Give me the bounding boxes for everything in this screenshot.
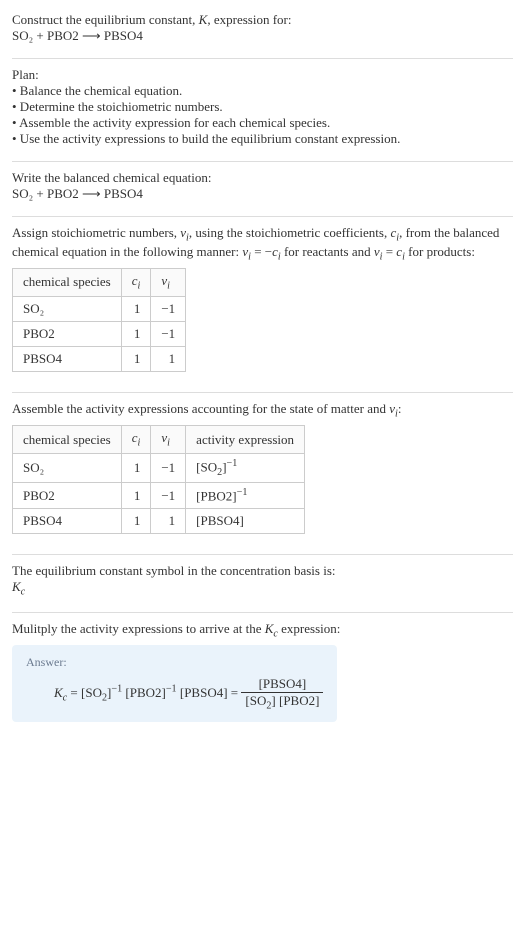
cell-ci: 1 [121,482,151,508]
answer-label: Answer: [26,655,323,670]
cell-species: PBSO4 [13,509,122,534]
divider [12,161,513,162]
cell-ci: 1 [121,296,151,321]
col-vi: νi [151,269,186,297]
cell-species: PBO2 [13,321,122,346]
cell-species: SO₂ [13,453,122,482]
table-header-row: chemical species ci νi activity expressi… [13,426,305,454]
symbol-section: The equilibrium constant symbol in the c… [12,559,513,608]
plan-heading: Plan: [12,67,513,83]
divider [12,58,513,59]
cell-expr: [SO2]−1 [186,453,305,482]
cell-expr: [PBO2]−1 [186,482,305,508]
intro-line: Construct the equilibrium constant, K, e… [12,12,513,28]
intro-equation: SO₂ + PBO2 ⟶ PBSO4 [12,28,513,44]
cell-vi: −1 [151,482,186,508]
table-row: PBSO4 1 1 [13,346,186,371]
table-row: SO₂ 1 −1 [SO2]−1 [13,453,305,482]
symbol-line1: The equilibrium constant symbol in the c… [12,563,513,579]
plan-item: • Use the activity expressions to build … [12,131,513,147]
col-vi: νi [151,426,186,454]
activity-section: Assemble the activity expressions accoun… [12,397,513,550]
cell-vi: 1 [151,346,186,371]
frac-numerator: [PBSO4] [241,676,323,693]
symbol-line2: Kc [12,579,513,598]
balanced-heading: Write the balanced chemical equation: [12,170,513,186]
activity-text: Assemble the activity expressions accoun… [12,401,513,420]
balanced-equation: SO₂ + PBO2 ⟶ PBSO4 [12,186,513,202]
cell-ci: 1 [121,509,151,534]
stoich-section: Assign stoichiometric numbers, νi, using… [12,221,513,388]
cell-ci: 1 [121,346,151,371]
cell-species: SO₂ [13,296,122,321]
col-ci: ci [121,269,151,297]
cell-species: PBSO4 [13,346,122,371]
divider [12,216,513,217]
col-ci: ci [121,426,151,454]
cell-species: PBO2 [13,482,122,508]
frac-denominator: [SO2] [PBO2] [241,693,323,712]
intro-section: Construct the equilibrium constant, K, e… [12,8,513,54]
plan-item: • Assemble the activity expression for e… [12,115,513,131]
plan-item: • Determine the stoichiometric numbers. [12,99,513,115]
answer-fraction: [PBSO4] [SO2] [PBO2] [241,676,323,712]
cell-ci: 1 [121,453,151,482]
divider [12,392,513,393]
cell-vi: −1 [151,296,186,321]
col-species: chemical species [13,269,122,297]
stoich-table: chemical species ci νi SO₂ 1 −1 PBO2 1 −… [12,268,186,372]
table-row: SO₂ 1 −1 [13,296,186,321]
table-row: PBSO4 1 1 [PBSO4] [13,509,305,534]
cell-vi: −1 [151,321,186,346]
divider [12,554,513,555]
activity-table: chemical species ci νi activity expressi… [12,425,305,534]
table-header-row: chemical species ci νi [13,269,186,297]
divider [12,612,513,613]
plan-section: Plan: • Balance the chemical equation. •… [12,63,513,157]
multiply-section: Mulitply the activity expressions to arr… [12,617,513,738]
plan-item: • Balance the chemical equation. [12,83,513,99]
multiply-text: Mulitply the activity expressions to arr… [12,621,513,640]
cell-expr: [PBSO4] [186,509,305,534]
cell-ci: 1 [121,321,151,346]
balanced-section: Write the balanced chemical equation: SO… [12,166,513,212]
cell-vi: −1 [151,453,186,482]
col-species: chemical species [13,426,122,454]
col-expr: activity expression [186,426,305,454]
answer-box: Answer: Kc = [SO2]−1 [PBO2]−1 [PBSO4] = … [12,645,337,722]
answer-expression: Kc = [SO2]−1 [PBO2]−1 [PBSO4] = [PBSO4] … [26,676,323,712]
cell-vi: 1 [151,509,186,534]
table-row: PBO2 1 −1 [PBO2]−1 [13,482,305,508]
stoich-text: Assign stoichiometric numbers, νi, using… [12,225,513,262]
table-row: PBO2 1 −1 [13,321,186,346]
